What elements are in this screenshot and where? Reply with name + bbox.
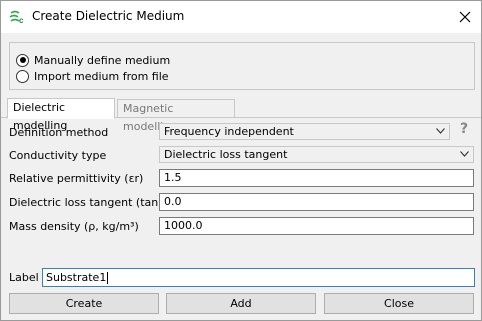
help-icon[interactable]: ? (460, 121, 468, 137)
text-caret (107, 272, 109, 284)
dialog-title: Create Dielectric Medium (32, 9, 185, 23)
relative-permittivity-label: Relative permittivity (εr) (9, 172, 144, 185)
label-input-value: Substrate1 (46, 271, 107, 284)
import-file-radio[interactable] (16, 69, 29, 83)
conductivity-type-value: Dielectric loss tangent (164, 148, 288, 161)
loss-tangent-input[interactable]: 0.0 (159, 193, 474, 211)
relative-permittivity-input[interactable]: 1.5 (159, 169, 474, 187)
close-icon (459, 11, 471, 23)
tab-dielectric-modelling[interactable]: Dielectric modelling (7, 98, 115, 132)
tab-magnetic-modelling[interactable]: Magnetic modelling (117, 99, 235, 133)
chevron-down-icon (436, 128, 445, 134)
mass-density-label: Mass density (ρ, kg/m³) (9, 220, 139, 233)
conductivity-type-select[interactable]: Dielectric loss tangent (159, 146, 474, 163)
add-button[interactable]: Add (166, 293, 316, 314)
chevron-down-icon (460, 151, 469, 157)
label-input[interactable]: Substrate1 (42, 268, 475, 287)
manual-define-radio[interactable] (16, 53, 29, 67)
mass-density-input[interactable]: 1000.0 (159, 217, 474, 235)
definition-method-select[interactable]: Frequency independent (159, 123, 450, 140)
medium-source-group: Manually define medium Import medium fro… (9, 42, 475, 90)
title-bar: c Create Dielectric Medium (1, 1, 481, 33)
label-field-label: Label (9, 271, 39, 284)
close-button[interactable]: Close (324, 293, 474, 314)
import-file-option[interactable]: Import medium from file (16, 69, 169, 83)
definition-method-value: Frequency independent (164, 125, 294, 138)
close-window-button[interactable] (449, 1, 481, 33)
import-file-label: Import medium from file (34, 69, 169, 83)
cst-app-icon: c (9, 10, 25, 25)
manual-define-option[interactable]: Manually define medium (16, 53, 170, 67)
create-button[interactable]: Create (9, 293, 159, 314)
manual-define-label: Manually define medium (34, 53, 171, 67)
conductivity-type-label: Conductivity type (9, 149, 107, 162)
svg-text:c: c (19, 16, 24, 24)
create-dielectric-medium-dialog: c Create Dielectric Medium Manually defi… (0, 0, 482, 321)
loss-tangent-label: Dielectric loss tangent (tan δ) (9, 196, 173, 209)
